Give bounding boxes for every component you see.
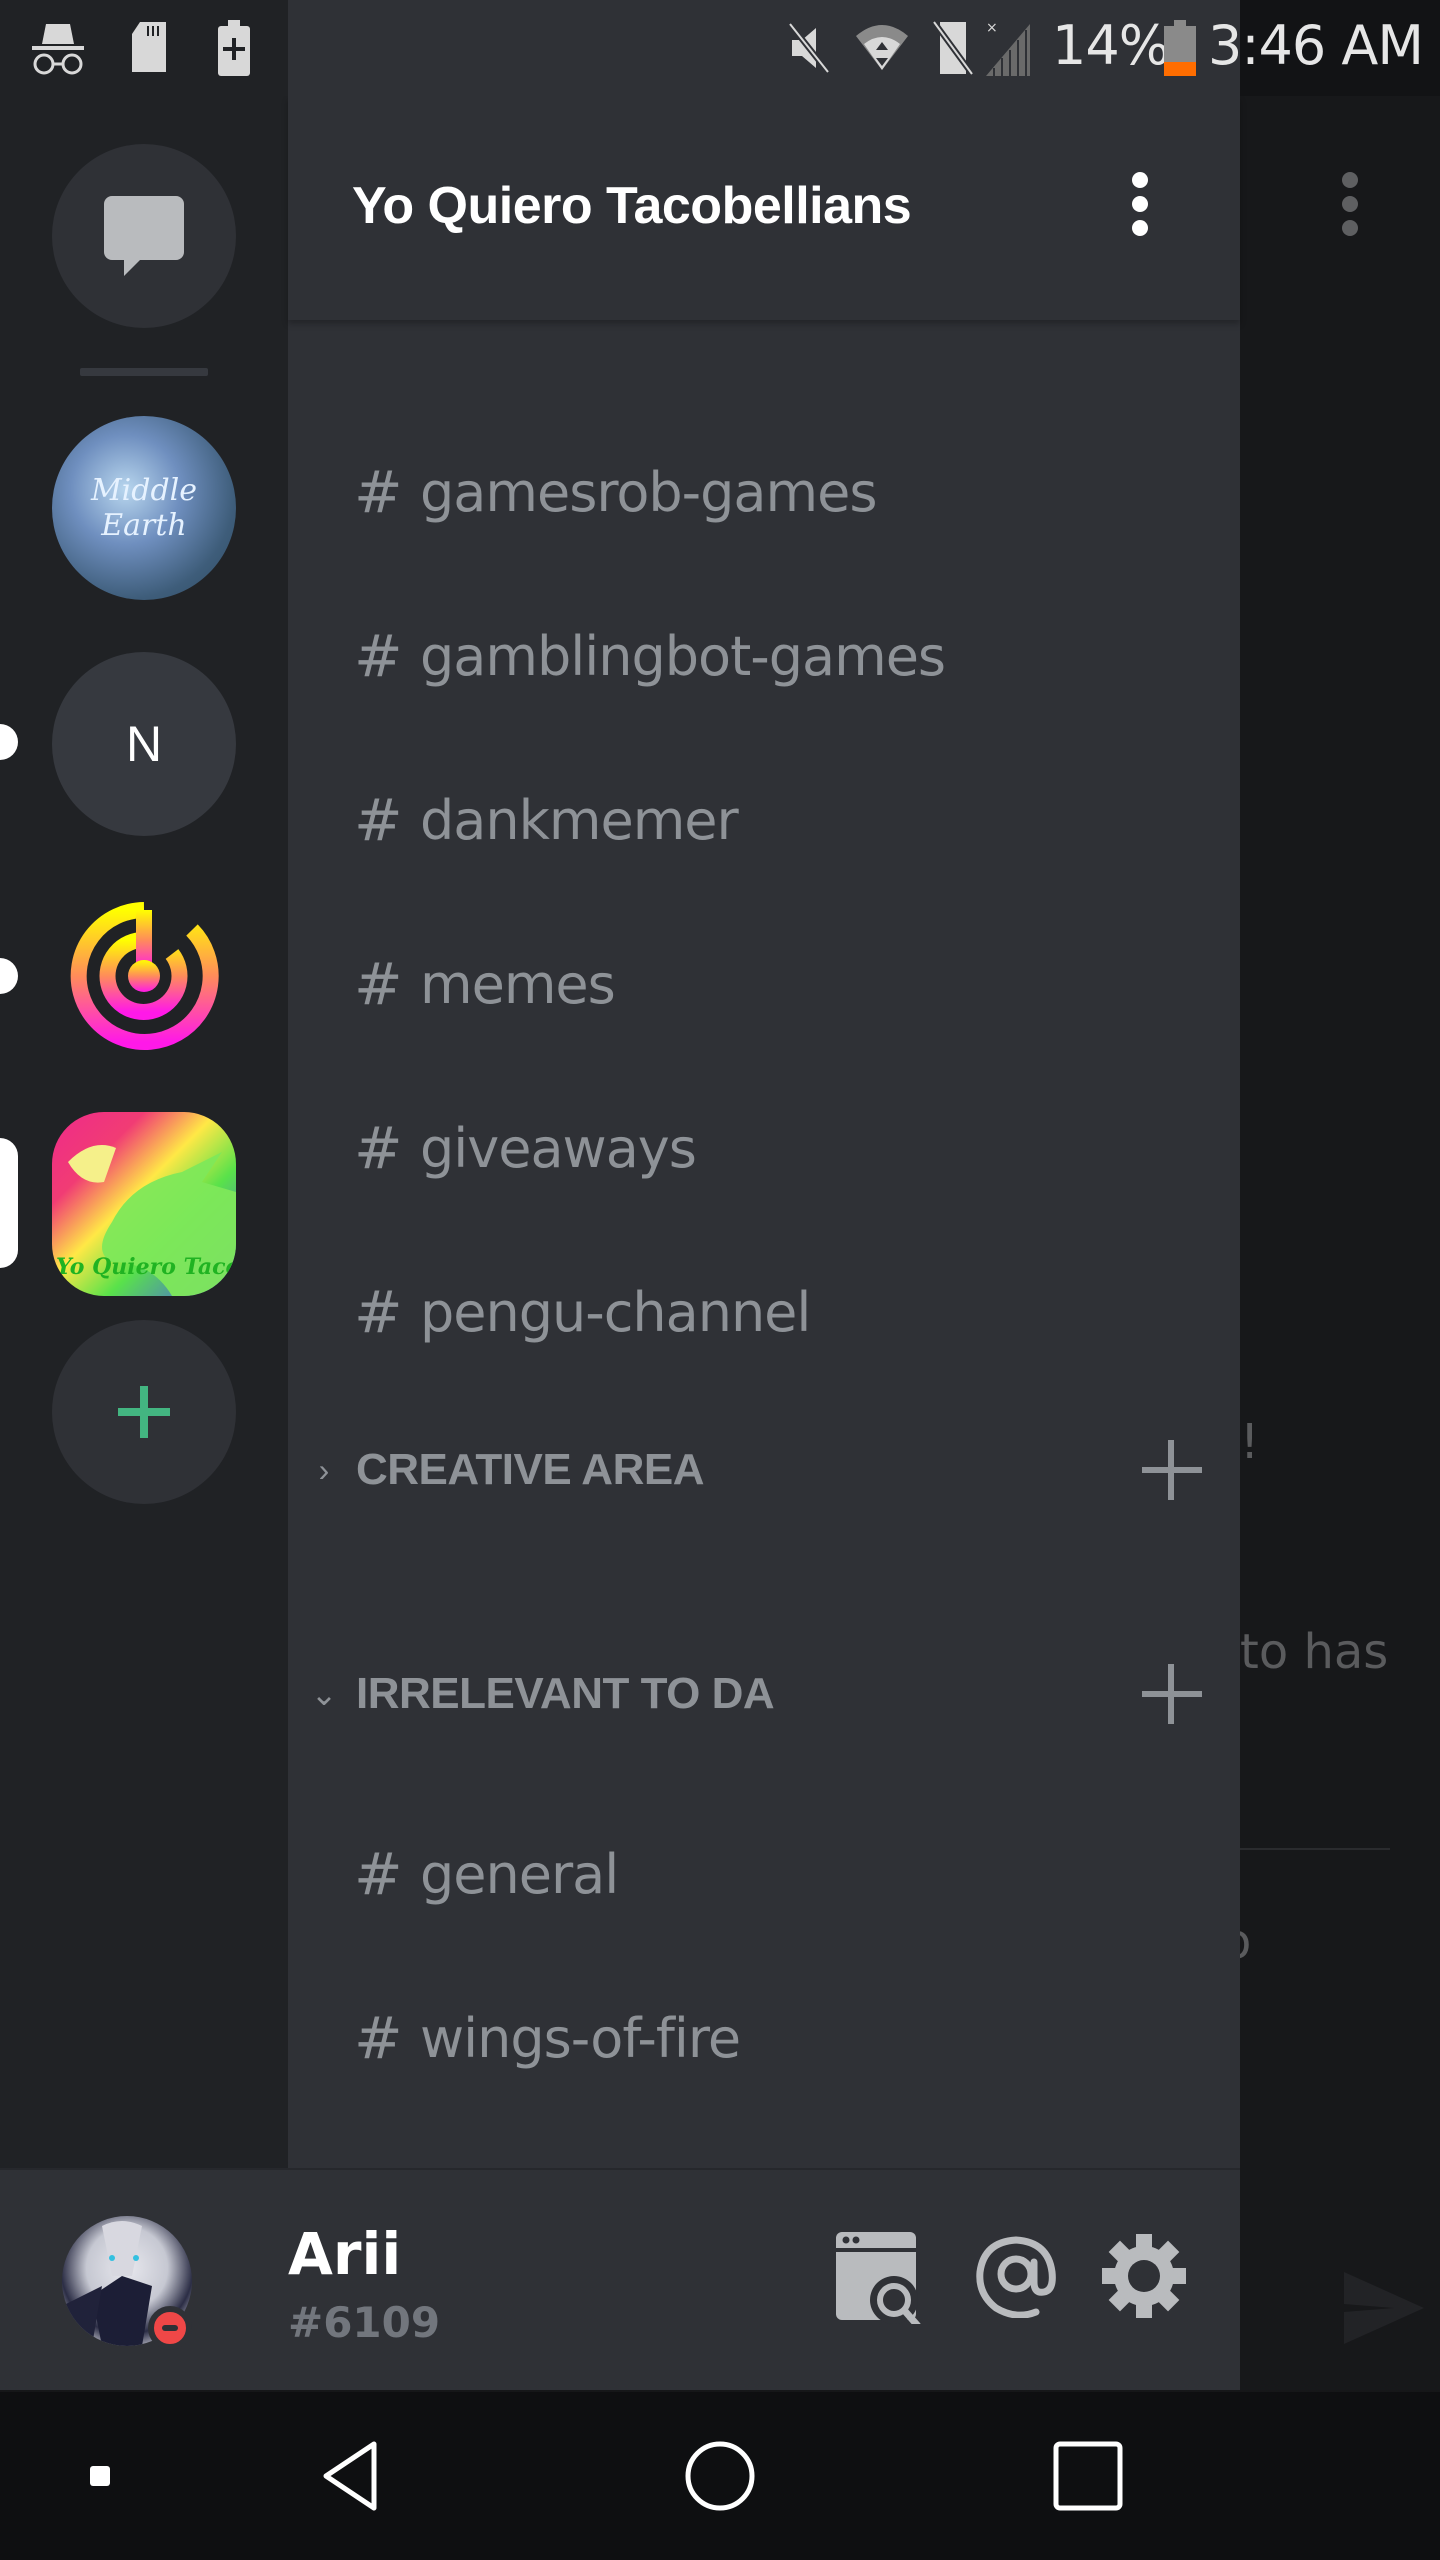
peek-text: ! <box>1240 1414 1260 1470</box>
nav-indicator <box>50 2426 150 2526</box>
category-label: CREATIVE AREA <box>356 1445 704 1494</box>
channel-name: gamesrob-games <box>420 460 877 524</box>
channel-name: wings-of-fire <box>420 2006 741 2070</box>
clock: 3:46 AM <box>1208 14 1424 77</box>
mute-icon <box>787 22 831 74</box>
settings-button[interactable] <box>1094 2226 1194 2326</box>
channel-name: pengu-channel <box>420 1280 811 1344</box>
back-button[interactable] <box>302 2426 402 2526</box>
guild-radar[interactable] <box>52 884 236 1068</box>
settings-icon <box>1102 2234 1186 2318</box>
guild-yo-quiero-tacobellians[interactable]: Yo Quiero Tacobellians <box>52 1112 236 1296</box>
category-irrelevant-to-da[interactable]: ⌄ IRRELEVANT TO DA <box>304 1654 1204 1734</box>
server-header[interactable]: Yo Quiero Tacobellians <box>288 96 1240 320</box>
selected-indicator <box>0 1138 18 1268</box>
mentions-icon <box>976 2236 1056 2318</box>
battery-saver-icon <box>218 20 250 76</box>
channel-item[interactable]: # giveaways <box>354 1098 1174 1198</box>
hash-icon: # <box>354 458 403 526</box>
no-sim-icon <box>931 20 975 76</box>
home-icon <box>685 2441 755 2511</box>
send-icon[interactable] <box>1344 2272 1424 2344</box>
hash-icon: # <box>354 1840 403 1908</box>
channel-drawer: Yo Quiero Tacobellians # gamesrob-games … <box>288 96 1240 2168</box>
channel-item[interactable]: # pengu-channel <box>354 1262 1174 1362</box>
background-channel-view: ! to has o <box>1222 96 1440 2390</box>
direct-messages-button[interactable] <box>52 144 236 328</box>
peek-text: to has <box>1240 1624 1389 1680</box>
server-name: Yo Quiero Tacobellians <box>352 177 912 235</box>
guild-separator <box>80 368 208 376</box>
wifi-icon <box>856 25 908 70</box>
channel-name: dankmemer <box>420 788 739 852</box>
hash-icon: # <box>354 1114 403 1182</box>
channel-name: gamblingbot-games <box>420 624 946 688</box>
recents-icon <box>1053 2441 1123 2511</box>
hash-icon: # <box>354 950 403 1018</box>
username: Arii <box>288 2220 402 2288</box>
guild-image-text: Middle Earth <box>90 473 198 543</box>
search-button[interactable] <box>832 2226 932 2326</box>
plus-icon <box>118 1386 170 1438</box>
category-creative-area[interactable]: › CREATIVE AREA <box>304 1430 1204 1510</box>
channel-item[interactable]: # gamesrob-games <box>354 442 1174 542</box>
user-panel: Arii #6109 <box>0 2168 1240 2390</box>
battery-icon <box>1164 20 1196 76</box>
divider <box>1240 1848 1390 1850</box>
guild-middle-earth[interactable]: Middle Earth <box>52 416 236 600</box>
signal-icon: × <box>986 20 1030 76</box>
unread-indicator <box>0 958 18 994</box>
guild-image-text: Yo Quiero Tacobellians <box>56 1254 236 1280</box>
chevron-right-icon: › <box>318 1451 330 1488</box>
add-channel-icon[interactable] <box>1142 1440 1202 1500</box>
radar-logo-icon <box>70 902 219 1050</box>
channel-name: giveaways <box>420 1116 697 1180</box>
chat-bubble-icon <box>104 196 184 276</box>
category-label: IRRELEVANT TO DA <box>356 1669 775 1718</box>
chevron-down-icon: ⌄ <box>310 1676 338 1712</box>
android-nav-bar <box>0 2392 1440 2560</box>
discriminator: #6109 <box>288 2298 441 2347</box>
search-icon <box>836 2232 921 2324</box>
overflow-menu-icon[interactable] <box>1342 172 1358 244</box>
channel-item[interactable]: # memes <box>354 934 1174 1034</box>
add-server-button[interactable] <box>52 1320 236 1504</box>
channel-item[interactable]: # gamblingbot-games <box>354 606 1174 706</box>
channel-name: general <box>420 1842 619 1906</box>
battery-percent: 14% <box>1052 14 1170 77</box>
hash-icon: # <box>354 622 403 690</box>
guild-initial: N <box>125 716 163 772</box>
home-button[interactable] <box>670 2426 770 2526</box>
svg-text:×: × <box>986 20 998 36</box>
mentions-button[interactable] <box>966 2226 1066 2326</box>
hash-icon: # <box>354 2004 403 2072</box>
channel-item[interactable]: # wings-of-fire <box>354 1988 1174 2088</box>
sd-card-icon <box>132 22 166 72</box>
channel-item[interactable]: # general <box>354 1824 1174 1924</box>
status-bar: × 14% 3:46 AM <box>0 0 1440 96</box>
dot-indicator-icon <box>90 2466 110 2486</box>
incognito-icon <box>32 24 84 75</box>
unread-indicator <box>0 724 18 760</box>
recents-button[interactable] <box>1038 2426 1138 2526</box>
back-icon <box>323 2441 377 2511</box>
dnd-status-icon <box>148 2306 192 2350</box>
hash-icon: # <box>354 786 403 854</box>
channel-name: memes <box>420 952 616 1016</box>
server-list: Middle Earth N Yo Quiero Tacobellia <box>0 96 288 2168</box>
add-channel-icon[interactable] <box>1142 1664 1202 1724</box>
channel-item[interactable]: # dankmemer <box>354 770 1174 870</box>
server-menu-icon[interactable] <box>1120 172 1160 244</box>
hash-icon: # <box>354 1278 403 1346</box>
guild-n[interactable]: N <box>52 652 236 836</box>
